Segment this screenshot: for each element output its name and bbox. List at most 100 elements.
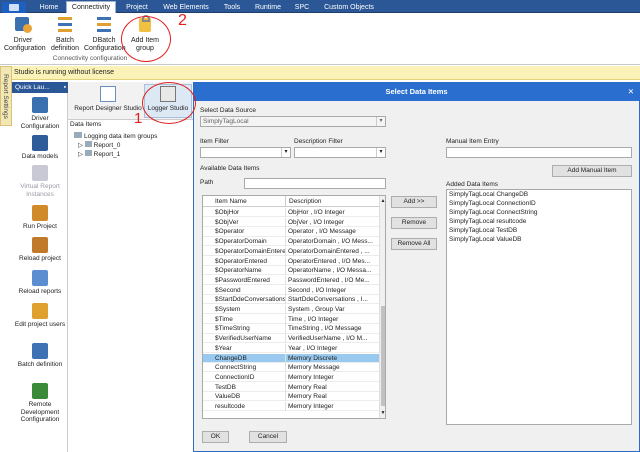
table-row[interactable]: $VerifiedUserName VerifiedUserName , I/O … [203,334,379,344]
cell-description: ObjVer , I/O Integer [288,218,344,226]
scroll-thumb[interactable] [381,306,385,406]
cell-item-name: $OperatorDomainEntere... [215,246,286,256]
expand-icon[interactable]: ▷ [78,151,83,158]
grid-header: Item Name Description [203,196,379,207]
ql-virtual-report-instances[interactable]: Virtual Report Instances [12,165,68,198]
cell-item-name: $OperatorName [214,266,286,276]
tab-tools[interactable]: Tools [218,2,246,13]
table-row[interactable]: $OperatorDomainEntere... OperatorDomainEn… [203,246,379,256]
report-settings-side-tab[interactable]: Report Settings [0,66,12,126]
ql-remote-development-configuration[interactable]: Remote Development Configuration [12,383,68,424]
chevron-down-icon[interactable]: ▾ [281,148,290,157]
column-header-item-name[interactable]: Item Name [214,196,286,207]
cell-item-name: $Operator [214,227,286,237]
ql-label: Reload project [19,255,61,262]
chevron-down-icon[interactable]: ▾ [376,117,385,126]
list-item[interactable]: SimplyTagLocal ConnectString [449,209,538,216]
remove-button[interactable]: Remove [391,217,437,229]
tree-item-report-0[interactable]: ▷ Report_0 [78,141,120,149]
cell-description: Memory Integer [288,403,334,410]
annotation-circle-1 [142,82,196,124]
table-row[interactable]: ChangeDB Memory Discrete [203,353,379,363]
manual-entry-input[interactable] [446,147,632,158]
table-row[interactable]: ConnectionID Memory Integer [203,372,379,383]
list-item[interactable]: SimplyTagLocal ValueDB [449,236,522,243]
ql-reload-project[interactable]: Reload project [12,237,68,263]
table-row[interactable]: $TimeString TimeString , I/O Message [203,324,379,334]
chevron-down-icon[interactable]: ▾ [376,148,385,157]
cell-item-name: $PasswordEntered [214,275,286,285]
driver-configuration-label: Driver Configuration [4,37,46,52]
batch-definition-icon [54,15,76,35]
table-row[interactable]: $Operator Operator , I/O Message [203,227,379,237]
table-row[interactable]: $System System , Group Var [203,305,379,315]
tab-home[interactable]: Home [34,2,64,13]
table-row[interactable]: $OperatorEntered OperatorEntered , I/O Me… [203,256,379,266]
cancel-button[interactable]: Cancel [249,431,287,443]
ql-driver-configuration[interactable]: Driver Configuration [12,97,68,130]
dbatch-configuration-button[interactable]: DBatch Configuration [84,15,126,53]
tab-custom-objects[interactable]: Custom Objects [318,2,380,13]
ql-reload-reports[interactable]: Reload reports [12,270,68,296]
cell-item-name: $Time [214,314,286,324]
expand-icon[interactable]: ▷ [78,142,83,149]
description-filter-input[interactable]: ▾ [294,147,386,158]
path-input[interactable] [244,178,386,189]
scroll-down-icon[interactable]: ▼ [380,410,385,416]
close-icon[interactable]: ✕ [628,83,634,101]
report-designer-studio-button[interactable]: Report Designer Studio [72,84,144,112]
driver-configuration-button[interactable]: Driver Configuration [4,15,46,53]
ql-run-project[interactable]: Run Project [12,205,68,231]
tab-runtime[interactable]: Runtime [250,2,286,13]
added-items-list[interactable]: SimplyTagLocal ChangeDB SimplyTagLocal C… [446,189,632,425]
pin-icon[interactable]: ▪ [64,82,66,93]
tree-item-report-1[interactable]: ▷ Report_1 [78,150,120,158]
edit-project-users-icon [32,303,48,319]
table-row[interactable]: $PasswordEntered PasswordEntered , I/O Me… [203,275,379,286]
scroll-up-icon[interactable]: ▲ [380,198,385,204]
add-manual-item-button[interactable]: Add Manual Item [552,165,632,177]
column-header-description[interactable]: Description [289,196,322,207]
ql-edit-project-users[interactable]: Edit project users [12,303,68,329]
cell-item-name: $VerifiedUserName [214,334,286,344]
table-row[interactable]: $Year Year , I/O Integer [203,343,379,353]
tree-root-label: Logging data item groups [84,133,158,140]
list-item[interactable]: SimplyTagLocal resultcode [449,218,526,225]
tab-project[interactable]: Project [120,2,154,13]
table-row[interactable]: $ObjVer ObjVer , I/O Integer [203,217,379,227]
tree-root[interactable]: Logging data item groups [74,132,157,140]
available-items-grid[interactable]: Item Name Description $ObjHor ObjHor , I/… [202,195,386,419]
tab-spc[interactable]: SPC [290,2,314,13]
table-row[interactable]: ConnectString Memory Message [203,363,379,373]
list-item[interactable]: SimplyTagLocal ChangeDB [449,191,528,198]
file-menu-button[interactable] [2,2,26,13]
table-row[interactable]: $StartDdeConversations StartDdeConversati… [203,295,379,305]
table-row[interactable]: $OperatorName OperatorName , I/O Messa... [203,266,379,276]
cell-description: Year , I/O Integer [288,344,338,352]
table-row[interactable]: resultcode Memory Integer [203,402,379,412]
batch-definition-button[interactable]: Batch definition [46,15,84,53]
table-row[interactable]: $OperatorDomain OperatorDomain , I/O Mess… [203,237,379,247]
table-row[interactable]: TestDB Memory Real [203,382,379,392]
grid-scrollbar[interactable]: ▲ ▼ [379,196,385,418]
cell-item-name: $Year [214,343,286,353]
list-item[interactable]: SimplyTagLocal ConnectionID [449,200,536,207]
add-button[interactable]: Add >> [391,196,437,208]
tab-connectivity[interactable]: Connectivity [66,1,116,13]
ql-batch-definition[interactable]: Batch definition [12,343,68,369]
table-row[interactable]: ValueDB Memory Real [203,392,379,402]
data-source-select[interactable]: SimplyTagLocal ▾ [200,116,386,127]
table-row[interactable]: $Second Second , I/O Integer [203,285,379,295]
remove-all-button[interactable]: Remove All [391,238,437,250]
cell-description: PasswordEntered , I/O Me... [288,276,370,284]
item-filter-input[interactable]: ▾ [200,147,291,158]
file-menu-icon [9,4,19,11]
ql-data-models[interactable]: Data models [12,135,68,161]
annotation-circle-2 [121,16,171,62]
ql-label: Edit project users [14,321,66,328]
table-row[interactable]: $Time Time , I/O Integer [203,314,379,324]
ok-button[interactable]: OK [202,431,229,443]
table-row[interactable]: $ObjHor ObjHor , I/O Integer [203,208,379,218]
list-item[interactable]: SimplyTagLocal TestDB [449,227,517,234]
remote-development-icon [32,383,48,399]
